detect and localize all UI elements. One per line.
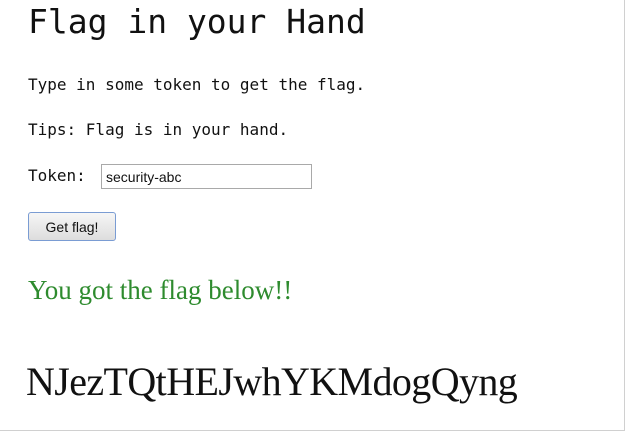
instruction-text: Type in some token to get the flag.	[28, 75, 366, 94]
get-flag-button[interactable]: Get flag!	[28, 212, 116, 241]
flag-text: NJezTQtHEJwhYKMdogQyng	[26, 359, 518, 404]
token-input[interactable]	[101, 164, 312, 189]
success-message: You got the flag below!!	[28, 275, 293, 305]
tips-text: Tips: Flag is in your hand.	[28, 120, 289, 139]
token-label: Token:	[28, 166, 86, 185]
page: Flag in your Hand Type in some token to …	[0, 0, 625, 431]
page-title: Flag in your Hand	[28, 2, 366, 41]
